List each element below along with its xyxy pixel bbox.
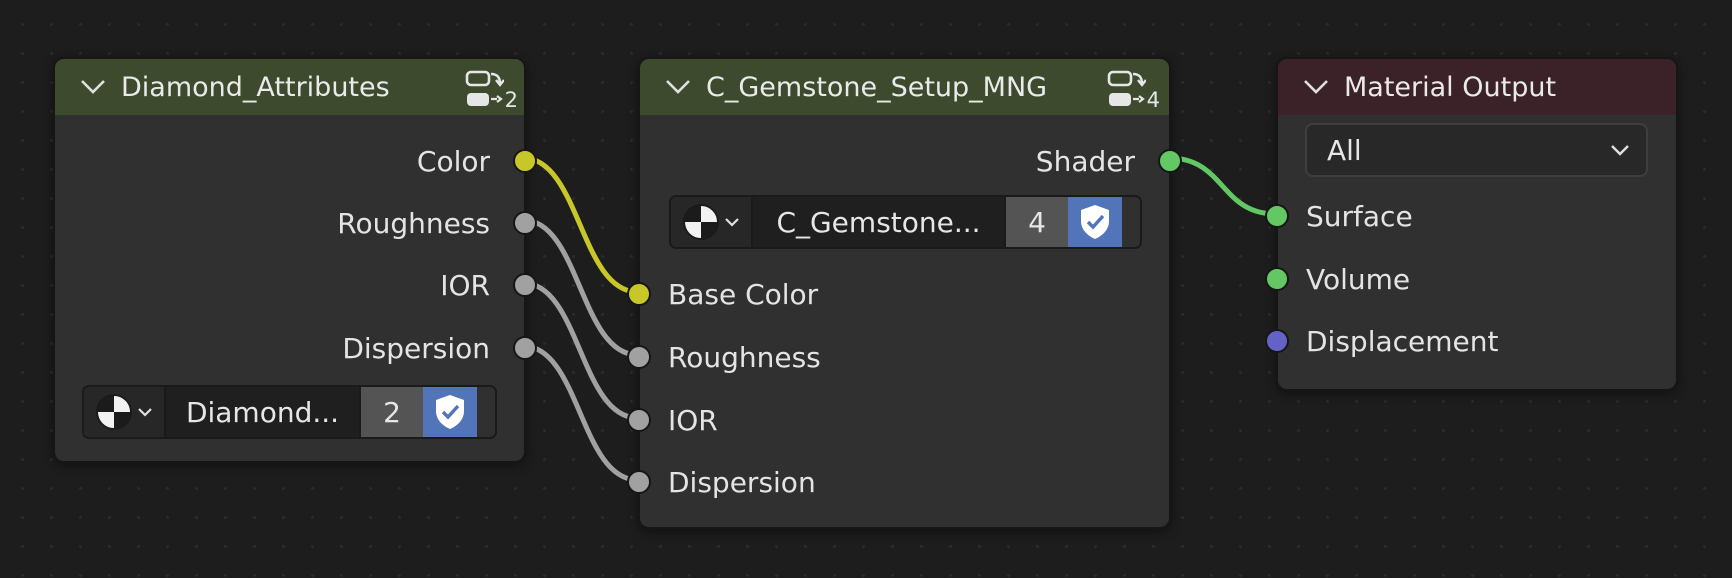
shield-check-icon	[436, 395, 464, 429]
output-shader[interactable]: Shader	[640, 141, 1182, 181]
input-socket[interactable]	[1265, 204, 1289, 228]
node-title: C_Gemstone_Setup_MNG	[706, 71, 1048, 103]
input-socket[interactable]	[627, 408, 651, 432]
fake-user-toggle[interactable]	[423, 387, 477, 437]
chevron-down-icon[interactable]	[1302, 77, 1330, 97]
input-displacement[interactable]: Displacement	[1265, 321, 1676, 361]
socket-label: Dispersion	[668, 465, 816, 499]
node-header[interactable]: C_Gemstone_Setup_MNG 4	[640, 59, 1169, 115]
socket-label: Roughness	[337, 206, 490, 240]
shield-check-icon	[1081, 205, 1109, 239]
output-socket[interactable]	[1158, 149, 1182, 173]
output-roughness[interactable]: Roughness	[55, 203, 537, 243]
socket-label: IOR	[440, 268, 490, 302]
input-dispersion[interactable]: Dispersion	[627, 462, 1169, 502]
diamond-attributes-node[interactable]: Diamond_Attributes 2 Color Roughness IOR…	[53, 57, 537, 463]
target-value: All	[1327, 133, 1362, 167]
input-volume[interactable]: Volume	[1265, 259, 1676, 299]
socket-label: Color	[416, 144, 490, 178]
group-user-count: 2	[504, 88, 518, 112]
fake-user-toggle[interactable]	[1068, 197, 1122, 247]
socket-label: Roughness	[668, 340, 821, 374]
input-ior[interactable]: IOR	[627, 400, 1169, 440]
chevron-down-icon	[1611, 145, 1629, 156]
node-title: Diamond_Attributes	[121, 71, 390, 103]
output-dispersion[interactable]: Dispersion	[55, 328, 537, 368]
chevron-down-icon[interactable]	[664, 77, 692, 97]
input-socket[interactable]	[1265, 329, 1289, 353]
input-base-color[interactable]: Base Color	[627, 274, 1169, 314]
material-ball-icon	[683, 204, 719, 240]
node-group-icon: 4	[1106, 68, 1160, 112]
node-group-icon: 2	[464, 68, 518, 112]
node-header[interactable]: Material Output	[1278, 59, 1676, 115]
socket-label: Base Color	[668, 277, 819, 311]
chevron-down-icon	[138, 408, 152, 417]
node-group-datablock[interactable]: Diamond... 2	[82, 385, 497, 439]
group-user-count: 4	[1146, 88, 1160, 112]
gemstone-setup-node[interactable]: C_Gemstone_Setup_MNG 4 Shader C_Gemstone	[627, 57, 1182, 529]
output-socket[interactable]	[513, 211, 537, 235]
datablock-user-count[interactable]: 2	[361, 387, 423, 437]
socket-label: Dispersion	[342, 331, 490, 365]
material-output-node[interactable]: Material Output All Surface Volume Displ…	[1265, 57, 1678, 391]
input-socket[interactable]	[1265, 267, 1289, 291]
chevron-down-icon[interactable]	[79, 77, 107, 97]
datablock-name[interactable]: Diamond...	[166, 387, 361, 437]
target-dropdown[interactable]: All	[1305, 123, 1648, 177]
input-socket[interactable]	[627, 282, 651, 306]
socket-label: IOR	[668, 403, 718, 437]
output-socket[interactable]	[513, 149, 537, 173]
output-ior[interactable]: IOR	[55, 265, 537, 305]
input-socket[interactable]	[627, 470, 651, 494]
output-color[interactable]: Color	[55, 141, 537, 181]
node-group-datablock[interactable]: C_Gemstone... 4	[669, 195, 1142, 249]
browse-node-group-button[interactable]	[84, 387, 166, 437]
input-roughness[interactable]: Roughness	[627, 337, 1169, 377]
output-socket[interactable]	[513, 273, 537, 297]
socket-label: Shader	[1035, 144, 1135, 178]
link-shader[interactable]	[1168, 155, 1277, 217]
input-surface[interactable]: Surface	[1265, 196, 1676, 236]
node-header[interactable]: Diamond_Attributes 2	[55, 59, 524, 115]
material-ball-icon	[96, 394, 132, 430]
socket-label: Displacement	[1306, 324, 1499, 358]
output-socket[interactable]	[513, 336, 537, 360]
browse-node-group-button[interactable]	[671, 197, 753, 247]
input-socket[interactable]	[627, 345, 651, 369]
node-title: Material Output	[1344, 71, 1557, 103]
datablock-name[interactable]: C_Gemstone...	[753, 197, 1006, 247]
chevron-down-icon	[725, 218, 739, 227]
socket-label: Surface	[1306, 199, 1413, 233]
socket-label: Volume	[1306, 262, 1411, 296]
datablock-user-count[interactable]: 4	[1006, 197, 1068, 247]
